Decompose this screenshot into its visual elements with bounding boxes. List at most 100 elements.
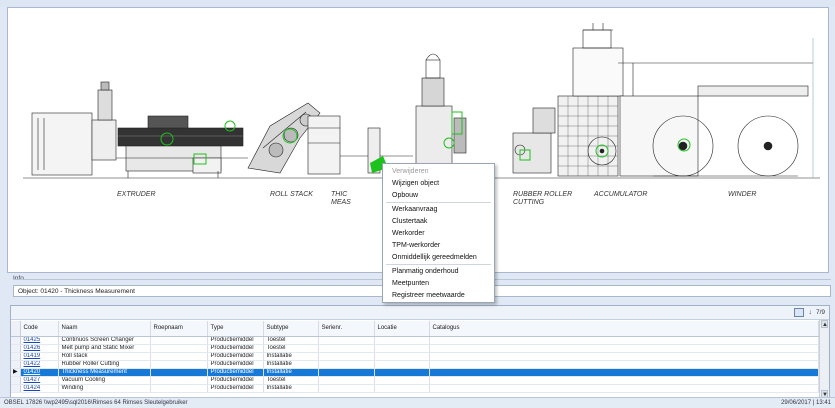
cell-code: 01425 <box>20 336 59 345</box>
cell-type: Productiemiddel <box>207 376 264 385</box>
status-datetime: 29/06/2017 | 13:41 <box>781 400 831 406</box>
cell-locatie <box>374 336 430 345</box>
cell-naam: Continuos Screen Changer <box>58 336 151 345</box>
cell-serienr <box>318 344 375 353</box>
row-selector[interactable] <box>11 336 21 345</box>
table-row[interactable]: 01422 Rubber Roller Cutting Productiemidde… <box>11 360 819 369</box>
cell-naam: Rubber Roller Cutting <box>58 360 151 369</box>
table-body: 01425 Continuos Screen Changer Productiemi… <box>11 336 819 393</box>
column-header-roepnaam[interactable]: Roepnaam <box>150 321 208 337</box>
cell-roepnaam <box>150 376 208 385</box>
cell-subtype: Toestel <box>263 344 319 353</box>
grid-toolbar: ↓ 7/9 <box>11 306 829 320</box>
column-header-code[interactable]: Code <box>20 321 59 337</box>
cell-naam: Roll stack <box>58 352 151 361</box>
cell-catalogus <box>429 344 819 353</box>
code-link[interactable]: 01426 <box>24 345 41 351</box>
table-row[interactable]: 01425 Continuos Screen Changer Productiemi… <box>11 336 819 345</box>
row-selector[interactable] <box>11 344 21 353</box>
cell-serienr <box>318 384 375 393</box>
cell-type: Productiemiddel <box>207 360 264 369</box>
cell-serienr <box>318 360 375 369</box>
code-link[interactable]: 01422 <box>24 361 41 367</box>
cell-serienr <box>318 352 375 361</box>
cell-roepnaam <box>150 352 208 361</box>
cell-locatie <box>374 344 430 353</box>
cell-catalogus <box>429 360 819 369</box>
column-header-serienr[interactable]: Serienr. <box>318 321 375 337</box>
vertical-scrollbar[interactable]: ▲ ▼ <box>819 320 829 398</box>
cell-naam: Thickness Measurement <box>58 368 151 377</box>
menu-item-werkaanvraag[interactable]: Werkaanvraag <box>383 204 494 216</box>
cell-subtype: Toestel <box>263 376 319 385</box>
code-link[interactable]: 01425 <box>24 337 41 343</box>
row-selector[interactable] <box>11 352 21 361</box>
cell-serienr <box>318 368 375 377</box>
cell-code: 01420 <box>20 368 59 377</box>
menu-item-werkorder[interactable]: Werkorder <box>383 228 494 240</box>
cell-roepnaam <box>150 344 208 353</box>
menu-item-meetpunten[interactable]: Meetpunten <box>383 278 494 290</box>
cell-code: 01426 <box>20 344 59 353</box>
table-row[interactable]: 01419 Roll stack Productiemiddel Installati… <box>11 352 819 361</box>
menu-separator <box>386 264 491 266</box>
cell-catalogus <box>429 336 819 345</box>
menu-item-clustertaak[interactable]: Clustertaak <box>383 216 494 228</box>
menu-item-opbouw[interactable]: Opbouw <box>383 190 494 202</box>
cell-roepnaam <box>150 360 208 369</box>
column-header-catalogus[interactable]: Catalogus <box>429 321 819 337</box>
cell-subtype: Installatie <box>263 352 319 361</box>
cell-locatie <box>374 360 430 369</box>
cell-naam: Winding <box>58 384 151 393</box>
table-row[interactable]: 01427 Vacuum Cooling Productiemiddel Toeste… <box>11 376 819 385</box>
cell-code: 01427 <box>20 376 59 385</box>
label-rubber-roller-1: RUBBER ROLLER <box>513 191 573 198</box>
table-header-row: Code Naam Roepnaam Type Subtype Serienr. Locat… <box>11 321 819 337</box>
cell-roepnaam <box>150 384 208 393</box>
sort-icon[interactable]: ↓ <box>808 309 812 316</box>
column-header-naam[interactable]: Naam <box>58 321 151 337</box>
row-selector[interactable] <box>11 360 21 369</box>
menu-item-onmiddellijk-gereedmelden[interactable]: Onmiddellijk gereedmelden <box>383 252 494 264</box>
scroll-up-button[interactable]: ▲ <box>821 320 828 328</box>
label-winder: WINDER <box>728 191 757 198</box>
table-row[interactable]: 01426 Melt pump and Static Mixer Productie… <box>11 344 819 353</box>
label-accumulator: ACCUMULATOR <box>594 191 648 198</box>
context-menu: Verwijderen Wijzigen object Opbouw Werkaanv… <box>382 163 495 303</box>
cell-catalogus <box>429 368 819 377</box>
code-link[interactable]: 01420 <box>24 369 41 375</box>
label-roll-stack: ROLL STACK <box>270 191 313 198</box>
label-thickness-1: THIC <box>331 191 348 198</box>
menu-item-planmatig-onderhoud[interactable]: Planmatig onderhoud <box>383 266 494 278</box>
row-selector[interactable]: ▶ <box>11 368 21 377</box>
grid-settings-icon[interactable] <box>794 308 805 317</box>
column-header-type[interactable]: Type <box>207 321 264 337</box>
cell-subtype: Installatie <box>263 360 319 369</box>
status-left: OBSEL 17826 \\wp2495\sql2016\Rimses 64 R… <box>4 400 188 406</box>
code-link[interactable]: 01424 <box>24 385 41 391</box>
cell-catalogus <box>429 352 819 361</box>
cell-locatie <box>374 384 430 393</box>
cell-type: Productiemiddel <box>207 368 264 377</box>
code-link[interactable]: 01419 <box>24 353 41 359</box>
menu-item-tpm-werkorder[interactable]: TPM-werkorder <box>383 240 494 252</box>
object-table: Code Naam Roepnaam Type Subtype Serienr. Locat… <box>11 321 819 393</box>
cell-type: Productiemiddel <box>207 384 264 393</box>
menu-item-registreer-meetwaarde[interactable]: Registreer meetwaarde <box>383 290 494 302</box>
cell-code: 01419 <box>20 352 59 361</box>
column-header-subtype[interactable]: Subtype <box>263 321 319 337</box>
cell-locatie <box>374 368 430 377</box>
table-row[interactable]: ▶ 01420 Thickness Measurement Productiemidd… <box>11 368 819 377</box>
table-row[interactable]: 01424 Winding Productiemiddel Installatie <box>11 384 819 393</box>
row-selector[interactable] <box>11 384 21 393</box>
menu-item-wijzigen-object[interactable]: Wijzigen object <box>383 178 494 190</box>
cell-naam: Melt pump and Static Mixer <box>58 344 151 353</box>
code-link[interactable]: 01427 <box>24 377 41 383</box>
cell-code: 01422 <box>20 360 59 369</box>
cell-serienr <box>318 336 375 345</box>
menu-item-verwijderen: Verwijderen <box>392 168 429 175</box>
label-extruder: EXTRUDER <box>117 191 156 198</box>
row-selector[interactable] <box>11 376 21 385</box>
column-header-locatie[interactable]: Locatie <box>374 321 430 337</box>
cell-type: Productiemiddel <box>207 336 264 345</box>
